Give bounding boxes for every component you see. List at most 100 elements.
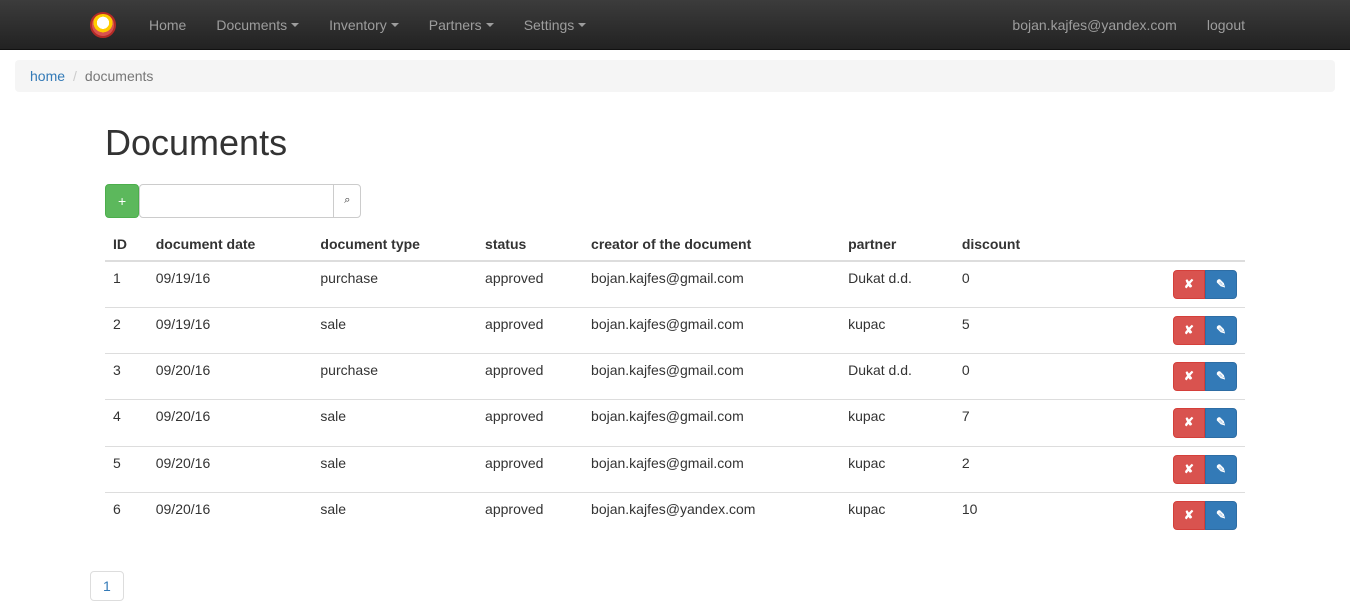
nav-documents[interactable]: Documents	[201, 2, 314, 48]
chevron-down-icon	[578, 23, 586, 27]
cell-id: 2	[105, 308, 148, 354]
delete-icon	[1184, 414, 1194, 431]
col-creator: creator of the document	[583, 228, 840, 261]
delete-button[interactable]	[1173, 501, 1205, 530]
cell-discount: 0	[954, 354, 1060, 400]
cell-date: 09/20/16	[148, 354, 313, 400]
col-discount: discount	[954, 228, 1060, 261]
cell-discount: 5	[954, 308, 1060, 354]
edit-button[interactable]	[1205, 455, 1237, 484]
cell-status: approved	[477, 400, 583, 446]
nav-settings-label: Settings	[524, 17, 575, 33]
table-row: 609/20/16saleapprovedbojan.kajfes@yandex…	[105, 492, 1245, 538]
edit-icon	[1216, 461, 1226, 478]
table-row: 409/20/16saleapprovedbojan.kajfes@gmail.…	[105, 400, 1245, 446]
delete-button[interactable]	[1173, 362, 1205, 391]
col-actions	[1060, 228, 1245, 261]
cell-creator: bojan.kajfes@yandex.com	[583, 492, 840, 538]
cell-date: 09/20/16	[148, 446, 313, 492]
col-type: document type	[312, 228, 477, 261]
edit-button[interactable]	[1205, 362, 1237, 391]
table-row: 509/20/16saleapprovedbojan.kajfes@gmail.…	[105, 446, 1245, 492]
cell-actions	[1060, 354, 1245, 400]
brand-logo[interactable]	[90, 12, 116, 38]
col-date: document date	[148, 228, 313, 261]
cell-creator: bojan.kajfes@gmail.com	[583, 354, 840, 400]
cell-partner: kupac	[840, 308, 954, 354]
cell-date: 09/20/16	[148, 492, 313, 538]
delete-button[interactable]	[1173, 408, 1205, 437]
cell-status: approved	[477, 446, 583, 492]
edit-button[interactable]	[1205, 270, 1237, 299]
nav-settings[interactable]: Settings	[509, 2, 602, 48]
table-row: 209/19/16saleapprovedbojan.kajfes@gmail.…	[105, 308, 1245, 354]
cell-partner: Dukat d.d.	[840, 261, 954, 308]
nav-partners-label: Partners	[429, 17, 482, 33]
edit-icon	[1216, 507, 1226, 524]
cell-id: 5	[105, 446, 148, 492]
nav-inventory[interactable]: Inventory	[314, 2, 414, 48]
nav-logout[interactable]: logout	[1192, 2, 1260, 48]
cell-partner: kupac	[840, 446, 954, 492]
cell-creator: bojan.kajfes@gmail.com	[583, 400, 840, 446]
cell-discount: 7	[954, 400, 1060, 446]
cell-actions	[1060, 308, 1245, 354]
cell-discount: 2	[954, 446, 1060, 492]
cell-status: approved	[477, 261, 583, 308]
nav-user-email[interactable]: bojan.kajfes@yandex.com	[997, 2, 1191, 48]
cell-date: 09/19/16	[148, 261, 313, 308]
nav-partners[interactable]: Partners	[414, 2, 509, 48]
chevron-down-icon	[291, 23, 299, 27]
edit-icon	[1216, 368, 1226, 385]
cell-partner: kupac	[840, 492, 954, 538]
page-link[interactable]: 1	[90, 571, 124, 601]
delete-button[interactable]	[1173, 455, 1205, 484]
search-button[interactable]	[333, 184, 361, 218]
edit-icon	[1216, 414, 1226, 431]
chevron-down-icon	[391, 23, 399, 27]
cell-id: 1	[105, 261, 148, 308]
cell-actions	[1060, 400, 1245, 446]
nav-home[interactable]: Home	[134, 2, 201, 48]
nav-documents-label: Documents	[216, 17, 287, 33]
table-row: 109/19/16purchaseapprovedbojan.kajfes@gm…	[105, 261, 1245, 308]
col-id: ID	[105, 228, 148, 261]
cell-discount: 0	[954, 261, 1060, 308]
cell-type: sale	[312, 400, 477, 446]
cell-creator: bojan.kajfes@gmail.com	[583, 446, 840, 492]
delete-icon	[1184, 276, 1194, 293]
cell-actions	[1060, 261, 1245, 308]
cell-actions	[1060, 492, 1245, 538]
add-button[interactable]: +	[105, 184, 139, 218]
breadcrumb-home[interactable]: home	[30, 68, 65, 84]
delete-button[interactable]	[1173, 270, 1205, 299]
cell-actions	[1060, 446, 1245, 492]
cell-date: 09/19/16	[148, 308, 313, 354]
cell-type: sale	[312, 492, 477, 538]
delete-icon	[1184, 461, 1194, 478]
top-navbar: Home Documents Inventory Partners Settin…	[0, 0, 1350, 50]
cell-status: approved	[477, 308, 583, 354]
cell-type: purchase	[312, 261, 477, 308]
cell-type: sale	[312, 446, 477, 492]
edit-button[interactable]	[1205, 408, 1237, 437]
delete-button[interactable]	[1173, 316, 1205, 345]
table-row: 309/20/16purchaseapprovedbojan.kajfes@gm…	[105, 354, 1245, 400]
col-status: status	[477, 228, 583, 261]
breadcrumb-current: documents	[65, 68, 153, 84]
cell-id: 4	[105, 400, 148, 446]
cell-status: approved	[477, 492, 583, 538]
col-partner: partner	[840, 228, 954, 261]
delete-icon	[1184, 368, 1194, 385]
cell-creator: bojan.kajfes@gmail.com	[583, 261, 840, 308]
edit-icon	[1216, 322, 1226, 339]
cell-type: purchase	[312, 354, 477, 400]
cell-date: 09/20/16	[148, 400, 313, 446]
search-input[interactable]	[139, 184, 334, 218]
cell-partner: kupac	[840, 400, 954, 446]
page-title: Documents	[105, 122, 1245, 164]
edit-button[interactable]	[1205, 501, 1237, 530]
edit-icon	[1216, 276, 1226, 293]
edit-button[interactable]	[1205, 316, 1237, 345]
documents-table: ID document date document type status cr…	[105, 228, 1245, 538]
